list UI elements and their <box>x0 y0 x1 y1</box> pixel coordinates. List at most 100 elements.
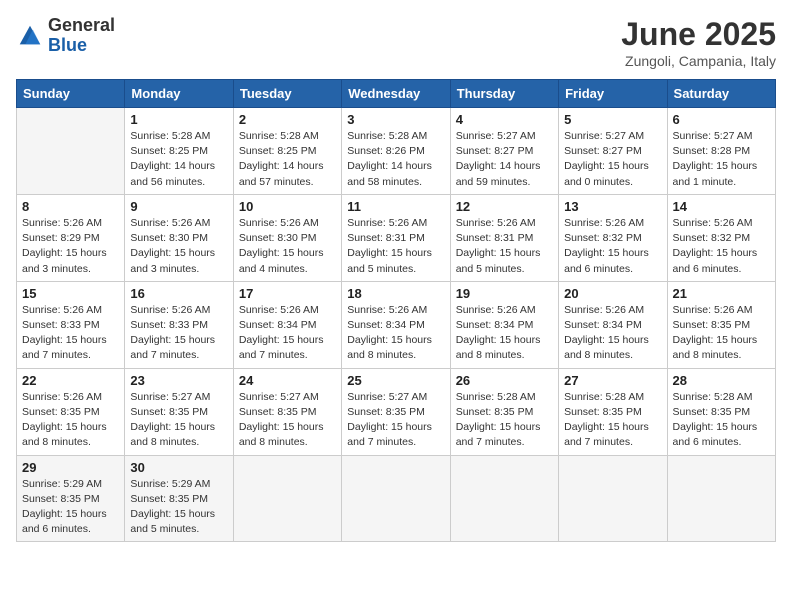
day-cell: 28Sunrise: 5:28 AMSunset: 8:35 PMDayligh… <box>667 368 775 455</box>
day-detail: Sunrise: 5:26 AMSunset: 8:34 PMDaylight:… <box>347 303 444 364</box>
day-number: 30 <box>130 460 227 475</box>
day-number: 2 <box>239 112 336 127</box>
day-detail: Sunrise: 5:28 AMSunset: 8:26 PMDaylight:… <box>347 129 444 190</box>
title-block: June 2025 Zungoli, Campania, Italy <box>621 16 776 69</box>
day-detail: Sunrise: 5:26 AMSunset: 8:34 PMDaylight:… <box>239 303 336 364</box>
day-detail: Sunrise: 5:28 AMSunset: 8:35 PMDaylight:… <box>456 390 553 451</box>
day-cell <box>559 455 667 542</box>
day-cell: 20 Sunrise: 5:26 AMSunset: 8:34 PMDayligh… <box>559 281 667 368</box>
day-cell: 8 Sunrise: 5:26 AMSunset: 8:29 PMDaylight… <box>17 194 125 281</box>
day-cell: 23 Sunrise: 5:27 AMSunset: 8:35 PMDayligh… <box>125 368 233 455</box>
day-cell: 24 Sunrise: 5:27 AMSunset: 8:35 PMDayligh… <box>233 368 341 455</box>
day-detail: Sunrise: 5:28 AMSunset: 8:35 PMDaylight:… <box>564 390 661 451</box>
day-detail: Sunrise: 5:26 AMSunset: 8:33 PMDaylight:… <box>22 303 119 364</box>
page-header: General Blue June 2025 Zungoli, Campania… <box>16 16 776 69</box>
week-row-5: 29 Sunrise: 5:29 AMSunset: 8:35 PMDayligh… <box>17 455 776 542</box>
day-cell: 26 Sunrise: 5:28 AMSunset: 8:35 PMDayligh… <box>450 368 558 455</box>
day-number: 26 <box>456 373 553 388</box>
day-number: 28 <box>673 373 770 388</box>
day-cell: 29 Sunrise: 5:29 AMSunset: 8:35 PMDayligh… <box>17 455 125 542</box>
day-detail: Sunrise: 5:29 AMSunset: 8:35 PMDaylight:… <box>22 477 119 538</box>
day-cell: 17 Sunrise: 5:26 AMSunset: 8:34 PMDayligh… <box>233 281 341 368</box>
day-cell: 21Sunrise: 5:26 AMSunset: 8:35 PMDayligh… <box>667 281 775 368</box>
calendar-subtitle: Zungoli, Campania, Italy <box>621 53 776 69</box>
day-detail: Sunrise: 5:27 AMSunset: 8:27 PMDaylight:… <box>564 129 661 190</box>
day-number: 1 <box>130 112 227 127</box>
day-cell <box>342 455 450 542</box>
day-cell: 15 Sunrise: 5:26 AMSunset: 8:33 PMDayligh… <box>17 281 125 368</box>
col-header-monday: Monday <box>125 80 233 108</box>
day-number: 11 <box>347 199 444 214</box>
calendar-title: June 2025 <box>621 16 776 53</box>
day-cell: 30Sunrise: 5:29 AMSunset: 8:35 PMDayligh… <box>125 455 233 542</box>
day-cell: 11 Sunrise: 5:26 AMSunset: 8:31 PMDayligh… <box>342 194 450 281</box>
day-detail: Sunrise: 5:26 AMSunset: 8:30 PMDaylight:… <box>130 216 227 277</box>
week-row-3: 15 Sunrise: 5:26 AMSunset: 8:33 PMDayligh… <box>17 281 776 368</box>
day-detail: Sunrise: 5:27 AMSunset: 8:28 PMDaylight:… <box>673 129 770 190</box>
day-number: 10 <box>239 199 336 214</box>
day-number: 25 <box>347 373 444 388</box>
day-detail: Sunrise: 5:26 AMSunset: 8:32 PMDaylight:… <box>673 216 770 277</box>
day-detail: Sunrise: 5:26 AMSunset: 8:34 PMDaylight:… <box>564 303 661 364</box>
day-cell: 5 Sunrise: 5:27 AMSunset: 8:27 PMDaylight… <box>559 108 667 195</box>
day-cell: 27Sunrise: 5:28 AMSunset: 8:35 PMDayligh… <box>559 368 667 455</box>
day-number: 17 <box>239 286 336 301</box>
col-header-wednesday: Wednesday <box>342 80 450 108</box>
day-cell <box>233 455 341 542</box>
day-detail: Sunrise: 5:26 AMSunset: 8:29 PMDaylight:… <box>22 216 119 277</box>
day-cell: 9Sunrise: 5:26 AMSunset: 8:30 PMDaylight… <box>125 194 233 281</box>
logo-text: General Blue <box>48 16 115 56</box>
calendar-table: SundayMondayTuesdayWednesdayThursdayFrid… <box>16 79 776 542</box>
logo-general: General <box>48 15 115 35</box>
day-number: 21 <box>673 286 770 301</box>
logo-icon <box>16 22 44 50</box>
column-headers-row: SundayMondayTuesdayWednesdayThursdayFrid… <box>17 80 776 108</box>
day-number: 18 <box>347 286 444 301</box>
day-detail: Sunrise: 5:27 AMSunset: 8:27 PMDaylight:… <box>456 129 553 190</box>
day-number: 3 <box>347 112 444 127</box>
day-number: 20 <box>564 286 661 301</box>
day-cell: 10 Sunrise: 5:26 AMSunset: 8:30 PMDayligh… <box>233 194 341 281</box>
day-number: 19 <box>456 286 553 301</box>
day-detail: Sunrise: 5:26 AMSunset: 8:30 PMDaylight:… <box>239 216 336 277</box>
day-detail: Sunrise: 5:26 AMSunset: 8:33 PMDaylight:… <box>130 303 227 364</box>
day-cell: 13 Sunrise: 5:26 AMSunset: 8:32 PMDayligh… <box>559 194 667 281</box>
week-row-4: 22Sunrise: 5:26 AMSunset: 8:35 PMDayligh… <box>17 368 776 455</box>
day-number: 14 <box>673 199 770 214</box>
day-cell <box>450 455 558 542</box>
col-header-thursday: Thursday <box>450 80 558 108</box>
day-number: 13 <box>564 199 661 214</box>
day-detail: Sunrise: 5:26 AMSunset: 8:31 PMDaylight:… <box>347 216 444 277</box>
day-number: 8 <box>22 199 119 214</box>
day-cell: 25 Sunrise: 5:27 AMSunset: 8:35 PMDayligh… <box>342 368 450 455</box>
day-number: 24 <box>239 373 336 388</box>
day-number: 5 <box>564 112 661 127</box>
day-number: 12 <box>456 199 553 214</box>
day-cell: 2 Sunrise: 5:28 AMSunset: 8:25 PMDaylight… <box>233 108 341 195</box>
day-cell: 18 Sunrise: 5:26 AMSunset: 8:34 PMDayligh… <box>342 281 450 368</box>
day-detail: Sunrise: 5:27 AMSunset: 8:35 PMDaylight:… <box>239 390 336 451</box>
day-cell: 16 Sunrise: 5:26 AMSunset: 8:33 PMDayligh… <box>125 281 233 368</box>
day-detail: Sunrise: 5:28 AMSunset: 8:25 PMDaylight:… <box>130 129 227 190</box>
day-detail: Sunrise: 5:27 AMSunset: 8:35 PMDaylight:… <box>347 390 444 451</box>
day-detail: Sunrise: 5:26 AMSunset: 8:32 PMDaylight:… <box>564 216 661 277</box>
day-cell <box>667 455 775 542</box>
col-header-saturday: Saturday <box>667 80 775 108</box>
day-number: 15 <box>22 286 119 301</box>
day-number: 23 <box>130 373 227 388</box>
day-number: 16 <box>130 286 227 301</box>
day-number: 4 <box>456 112 553 127</box>
week-row-1: 1 Sunrise: 5:28 AMSunset: 8:25 PMDaylight… <box>17 108 776 195</box>
day-cell: 1 Sunrise: 5:28 AMSunset: 8:25 PMDaylight… <box>125 108 233 195</box>
day-cell <box>17 108 125 195</box>
col-header-sunday: Sunday <box>17 80 125 108</box>
col-header-tuesday: Tuesday <box>233 80 341 108</box>
day-cell: 19 Sunrise: 5:26 AMSunset: 8:34 PMDayligh… <box>450 281 558 368</box>
day-number: 29 <box>22 460 119 475</box>
week-row-2: 8 Sunrise: 5:26 AMSunset: 8:29 PMDaylight… <box>17 194 776 281</box>
day-detail: Sunrise: 5:26 AMSunset: 8:34 PMDaylight:… <box>456 303 553 364</box>
calendar-body: 1 Sunrise: 5:28 AMSunset: 8:25 PMDaylight… <box>17 108 776 542</box>
day-detail: Sunrise: 5:28 AMSunset: 8:25 PMDaylight:… <box>239 129 336 190</box>
day-detail: Sunrise: 5:27 AMSunset: 8:35 PMDaylight:… <box>130 390 227 451</box>
day-detail: Sunrise: 5:26 AMSunset: 8:35 PMDaylight:… <box>22 390 119 451</box>
